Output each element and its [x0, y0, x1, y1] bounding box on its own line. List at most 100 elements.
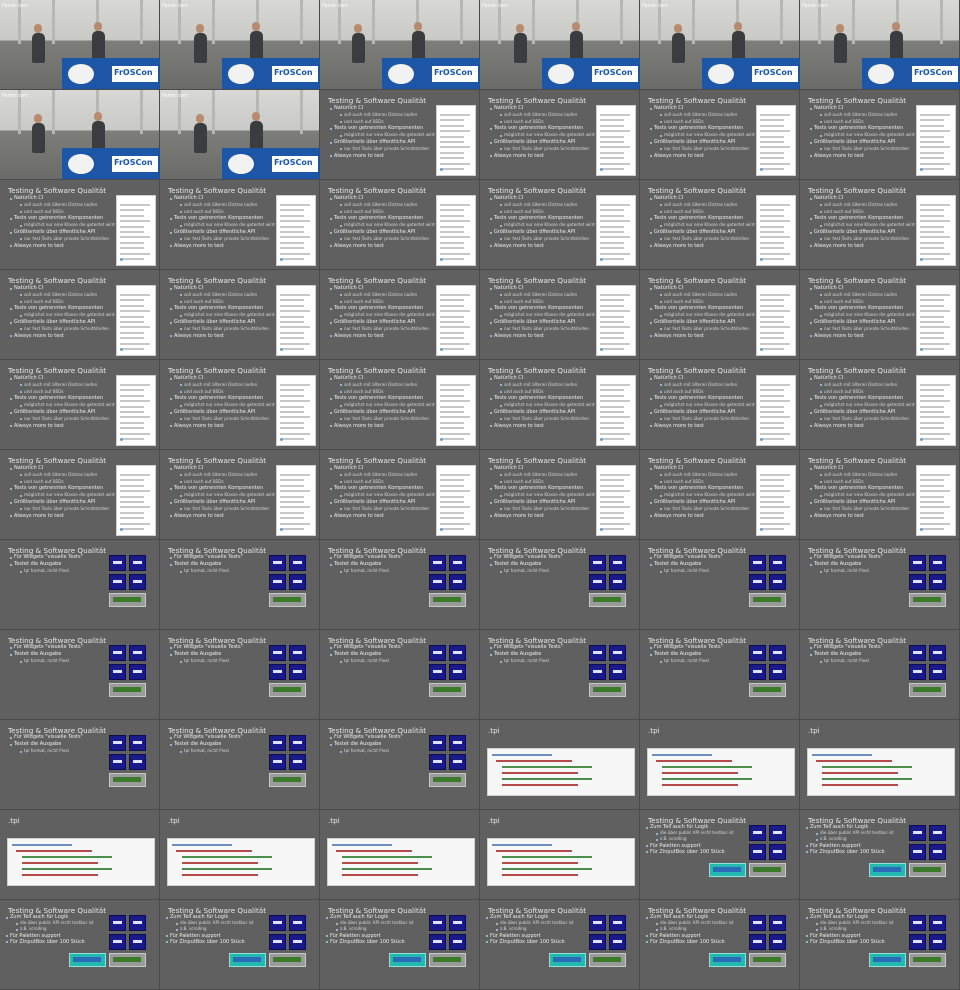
video-thumbnail[interactable]: .tpi	[640, 720, 800, 810]
code-line	[502, 874, 578, 876]
video-thumbnail[interactable]: Testing & Software Qualität Für Widgets "…	[320, 540, 480, 630]
video-thumbnail[interactable]: Testing & Software Qualität Zum Teil auch…	[480, 900, 640, 990]
video-thumbnail[interactable]: Testing & Software Qualität Für Widgets "…	[0, 540, 160, 630]
bullet-text: und auch auf BSDs	[664, 208, 704, 214]
video-thumbnail[interactable]: Testing & Software Qualität Natürlich CI s…	[640, 90, 800, 180]
froscon-logo: FrOSCon	[274, 68, 313, 77]
video-thumbnail[interactable]: Testing & Software Qualität Für Widgets "…	[640, 540, 800, 630]
bullet-icon	[806, 845, 808, 848]
video-thumbnail[interactable]: FrOSCon Farne com	[800, 0, 960, 90]
video-thumbnail[interactable]: Testing & Software Qualität Natürlich CI s…	[320, 360, 480, 450]
video-thumbnail[interactable]: Testing & Software Qualität Natürlich CI s…	[480, 90, 640, 180]
video-thumbnail[interactable]: .tpi	[320, 810, 480, 900]
video-thumbnail[interactable]: Testing & Software Qualität Natürlich CI s…	[800, 180, 960, 270]
video-thumbnail[interactable]: FrOSCon Farne com	[0, 90, 160, 180]
video-thumbnail[interactable]: .tpi	[800, 720, 960, 810]
video-thumbnail[interactable]: Testing & Software Qualität Natürlich CI s…	[800, 90, 960, 180]
bullet-icon	[170, 335, 172, 338]
video-thumbnail[interactable]: Testing & Software Qualität Natürlich CI s…	[640, 270, 800, 360]
bullet-icon	[490, 501, 492, 504]
video-thumbnail[interactable]: Testing & Software Qualität Für Widgets "…	[640, 630, 800, 720]
bullet-text: soll auch mit älteren Distros laufen	[24, 381, 98, 387]
screenshot-row	[280, 506, 310, 509]
bullet-text: Always more to test	[174, 422, 224, 429]
video-thumbnail[interactable]: Testing & Software Qualität Für Widgets "…	[320, 630, 480, 720]
bullet-icon	[180, 328, 182, 331]
video-thumbnail[interactable]: Testing & Software Qualität Natürlich CI s…	[640, 450, 800, 540]
widget-button-a	[749, 645, 766, 661]
screenshot-row	[600, 438, 624, 440]
video-thumbnail[interactable]: Testing & Software Qualität Zum Teil auch…	[0, 900, 160, 990]
video-thumbnail[interactable]: Testing & Software Qualität Natürlich CI s…	[320, 180, 480, 270]
video-thumbnail[interactable]: Testing & Software Qualität Zum Teil auch…	[320, 900, 480, 990]
screenshot-row	[440, 231, 464, 233]
video-thumbnail[interactable]: .tpi	[160, 810, 320, 900]
bullet-text: Testet die Ausgabe	[494, 561, 542, 568]
video-thumbnail[interactable]: .tpi	[480, 810, 640, 900]
video-thumbnail[interactable]: Testing & Software Qualität Für Widgets "…	[0, 720, 160, 810]
bullet-icon	[20, 391, 22, 394]
video-thumbnail[interactable]: Testing & Software Qualität Natürlich CI s…	[0, 180, 160, 270]
bullet-text: möglichst nur eine Klasse die getestet w…	[24, 222, 115, 228]
video-thumbnail[interactable]: Testing & Software Qualität Für Widgets "…	[0, 630, 160, 720]
slide-title: Testing & Software Qualität	[808, 456, 907, 465]
bullet-icon	[6, 916, 8, 919]
video-thumbnail[interactable]: Testing & Software Qualität Natürlich CI s…	[640, 180, 800, 270]
bullet-text: möglichst nur eine Klasse die getestet w…	[504, 312, 595, 318]
video-thumbnail[interactable]: Testing & Software Qualität Natürlich CI s…	[640, 360, 800, 450]
bullet-text: und auch auf BSDs	[664, 118, 704, 124]
video-thumbnail[interactable]: FrOSCon Farne com	[160, 0, 320, 90]
bullet-text: Testet die Ausgabe	[14, 561, 62, 568]
video-thumbnail[interactable]: Testing & Software Qualität Natürlich CI s…	[800, 450, 960, 540]
video-thumbnail[interactable]: FrOSCon Farne com	[480, 0, 640, 90]
video-thumbnail[interactable]: Testing & Software Qualität Natürlich CI s…	[800, 270, 960, 360]
video-thumbnail[interactable]: Testing & Software Qualität Natürlich CI s…	[320, 450, 480, 540]
video-thumbnail[interactable]: Testing & Software Qualität Natürlich CI s…	[320, 90, 480, 180]
video-thumbnail[interactable]: Testing & Software Qualität Natürlich CI s…	[0, 450, 160, 540]
video-thumbnail[interactable]: Testing & Software Qualität Für Widgets "…	[800, 540, 960, 630]
video-thumbnail[interactable]: Testing & Software Qualität Natürlich CI s…	[320, 270, 480, 360]
bullet-text: tpi format, nicht Pixel	[24, 568, 69, 574]
video-thumbnail[interactable]: Testing & Software Qualität Für Widgets "…	[160, 630, 320, 720]
video-thumbnail[interactable]: FrOSCon Farne com	[640, 0, 800, 90]
screenshot-row	[760, 114, 790, 116]
speaker-right-head	[414, 22, 422, 31]
video-thumbnail[interactable]: Testing & Software Qualität Natürlich CI s…	[160, 450, 320, 540]
video-thumbnail[interactable]: FrOSCon Farne com	[320, 0, 480, 90]
video-thumbnail[interactable]: FrOSCon Farne com	[0, 0, 160, 90]
video-thumbnail[interactable]: Testing & Software Qualität Natürlich CI s…	[0, 270, 160, 360]
screenshot-row	[120, 517, 144, 520]
video-thumbnail[interactable]: Testing & Software Qualität Natürlich CI s…	[160, 360, 320, 450]
video-thumbnail[interactable]: FrOSCon Farne com	[160, 90, 320, 180]
video-thumbnail[interactable]: Testing & Software Qualität Zum Teil auch…	[640, 900, 800, 990]
bullet-icon	[20, 301, 22, 304]
video-thumbnail[interactable]: Testing & Software Qualität Natürlich CI s…	[480, 180, 640, 270]
video-thumbnail[interactable]: Testing & Software Qualität Natürlich CI s…	[800, 360, 960, 450]
video-thumbnail[interactable]: Testing & Software Qualität Für Widgets "…	[160, 720, 320, 810]
bullet-text: Für ZinputBox über 100 Stück	[10, 938, 85, 945]
bullet-icon	[10, 736, 12, 739]
widget-progress-bar	[589, 953, 626, 967]
video-thumbnail[interactable]: Testing & Software Qualität Natürlich CI s…	[160, 180, 320, 270]
video-thumbnail[interactable]: .tpi	[480, 720, 640, 810]
video-thumbnail[interactable]: Testing & Software Qualität Zum Teil auch…	[640, 810, 800, 900]
screenshot-row	[440, 490, 470, 493]
video-thumbnail[interactable]: Testing & Software Qualität Natürlich CI s…	[480, 270, 640, 360]
video-thumbnail[interactable]: .tpi	[0, 810, 160, 900]
video-thumbnail[interactable]: Testing & Software Qualität Natürlich CI s…	[480, 450, 640, 540]
video-thumbnail[interactable]: Testing & Software Qualität Natürlich CI s…	[480, 360, 640, 450]
screenshot-dot	[920, 438, 923, 441]
video-thumbnail[interactable]: Testing & Software Qualität Für Widgets "…	[800, 630, 960, 720]
video-thumbnail[interactable]: Testing & Software Qualität Natürlich CI s…	[160, 270, 320, 360]
video-thumbnail[interactable]: Testing & Software Qualität Für Widgets "…	[480, 630, 640, 720]
screenshot-row	[760, 411, 784, 413]
video-thumbnail[interactable]: Testing & Software Qualität Zum Teil auch…	[800, 810, 960, 900]
video-thumbnail[interactable]: Testing & Software Qualität Für Widgets "…	[320, 720, 480, 810]
video-thumbnail[interactable]: Testing & Software Qualität Zum Teil auch…	[160, 900, 320, 990]
bullet-icon	[660, 121, 662, 124]
video-thumbnail[interactable]: Testing & Software Qualität Für Widgets "…	[160, 540, 320, 630]
video-thumbnail[interactable]: Testing & Software Qualität Für Widgets "…	[480, 540, 640, 630]
bullet-icon	[340, 224, 342, 227]
video-thumbnail[interactable]: Testing & Software Qualität Zum Teil auch…	[800, 900, 960, 990]
video-thumbnail[interactable]: Testing & Software Qualität Natürlich CI s…	[0, 360, 160, 450]
